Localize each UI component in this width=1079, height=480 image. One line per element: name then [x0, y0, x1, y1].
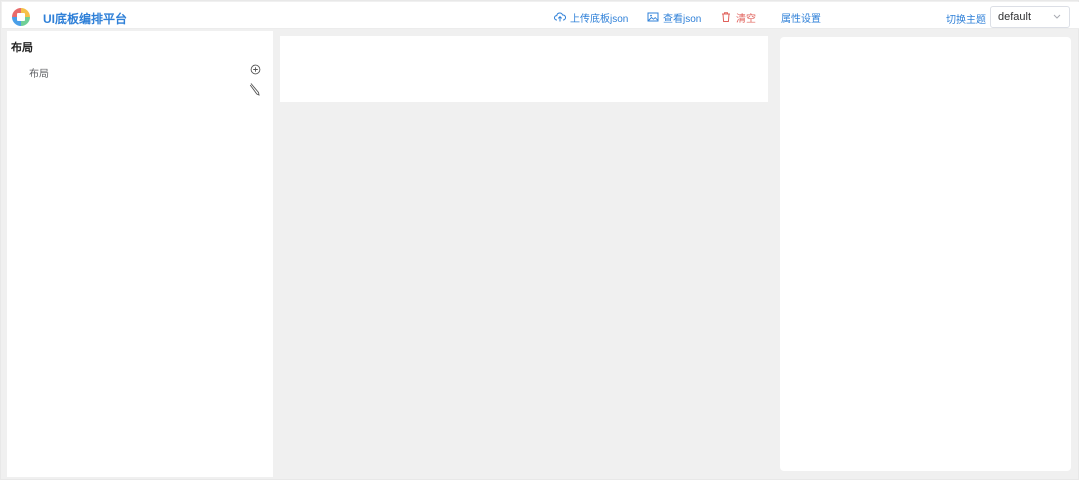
- app-title: UI底板编排平台: [43, 12, 128, 26]
- theme-switch-label: 切换主题: [946, 15, 986, 26]
- property-panel: [780, 37, 1071, 471]
- tree-item-layout[interactable]: 布局: [29, 65, 49, 80]
- chevron-down-icon: [1053, 14, 1061, 19]
- upload-json-label: 上传底板json: [570, 13, 629, 25]
- cloud-upload-icon: [554, 12, 566, 22]
- top-header: UI底板编排平台 上传底板json 查看json 清空 属性设置 切换主题 de…: [2, 2, 1079, 29]
- clear-button[interactable]: 清空: [720, 10, 756, 25]
- app-logo-icon: [12, 8, 30, 26]
- view-json-label: 查看json: [663, 13, 702, 25]
- canvas-drop-area[interactable]: [280, 36, 768, 102]
- property-settings-tab[interactable]: 属性设置: [781, 10, 821, 25]
- app-window: UI底板编排平台 上传底板json 查看json 清空 属性设置 切换主题 de…: [0, 0, 1079, 480]
- layout-sidebar: 布局 布局: [7, 31, 273, 477]
- pencil-icon[interactable]: [249, 82, 261, 96]
- view-json-button[interactable]: 查看json: [647, 10, 702, 25]
- picture-icon: [647, 12, 659, 22]
- property-settings-label: 属性设置: [781, 13, 821, 25]
- theme-select[interactable]: default: [990, 6, 1070, 28]
- sidebar-title: 布局: [11, 42, 33, 54]
- upload-json-button[interactable]: 上传底板json: [554, 10, 629, 25]
- clear-label: 清空: [736, 13, 756, 25]
- theme-select-value: default: [998, 11, 1032, 23]
- plus-circle-icon[interactable]: [250, 64, 261, 75]
- trash-icon: [722, 12, 730, 22]
